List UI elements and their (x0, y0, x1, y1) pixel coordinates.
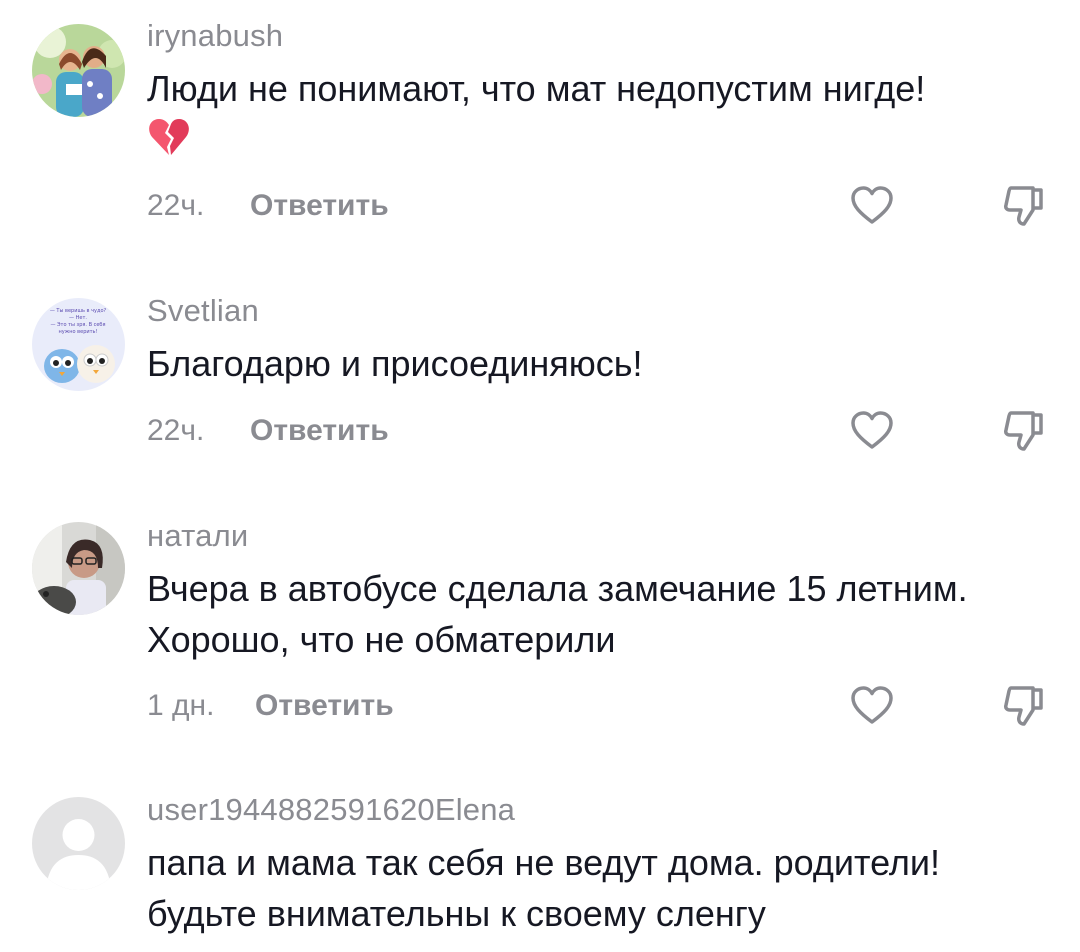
heart-outline-icon (851, 686, 893, 724)
comment-username[interactable]: натали (147, 518, 248, 554)
default-avatar-icon (32, 797, 125, 890)
comment-text: Благодарю и присоединяюсь! (147, 343, 643, 384)
avatar-photo-icon (32, 522, 125, 615)
like-button[interactable] (848, 407, 896, 455)
comment-text: Хорошо, что не обматерили (147, 619, 616, 660)
like-button[interactable] (848, 182, 896, 230)
comment-username[interactable]: Svetlian (147, 293, 259, 329)
comment-timestamp: 22ч. (147, 414, 205, 447)
avatar-caption: нужно верить! (59, 329, 98, 335)
reply-button[interactable]: Ответить (250, 414, 389, 448)
comment-text: папа и мама так себя не ведут дома. роди… (147, 842, 941, 883)
thumbs-down-outline-icon (1004, 186, 1043, 226)
broken-heart-icon (147, 115, 191, 159)
dislike-button[interactable] (1000, 407, 1048, 455)
dislike-button[interactable] (1000, 682, 1048, 730)
avatar[interactable] (32, 24, 125, 117)
dislike-button[interactable] (1000, 182, 1048, 230)
avatar[interactable] (32, 522, 125, 615)
avatar-cartoon-icon: — Ты веришь в чудо? — Нет. — Это ты зря.… (32, 298, 125, 391)
comment-text: Люди не понимают, что мат недопустим ниг… (147, 68, 926, 109)
avatar-caption: — Нет. (69, 315, 87, 321)
comment-timestamp: 1 дн. (147, 689, 215, 722)
comment-username[interactable]: user1944882591620Elena (147, 792, 515, 828)
thumbs-down-outline-icon (1004, 411, 1043, 451)
avatar-caption: — Это ты зря. В себя (50, 322, 105, 328)
comment-timestamp: 22ч. (147, 189, 205, 222)
heart-outline-icon (851, 186, 893, 224)
comment-text: будьте внимательны к своему сленгу (147, 893, 766, 934)
comment-text: Вчера в автобусе сделала замечание 15 ле… (147, 568, 968, 609)
avatar-caption: — Ты веришь в чудо? (50, 308, 107, 314)
like-button[interactable] (848, 682, 896, 730)
avatar[interactable]: — Ты веришь в чудо? — Нет. — Это ты зря.… (32, 298, 125, 391)
comment-username[interactable]: irynabush (147, 18, 283, 54)
reply-button[interactable]: Ответить (255, 689, 394, 723)
thumbs-down-outline-icon (1004, 686, 1043, 726)
reply-button[interactable]: Ответить (250, 189, 389, 223)
heart-outline-icon (851, 411, 893, 449)
avatar[interactable] (32, 797, 125, 890)
avatar-photo-icon (32, 24, 125, 117)
